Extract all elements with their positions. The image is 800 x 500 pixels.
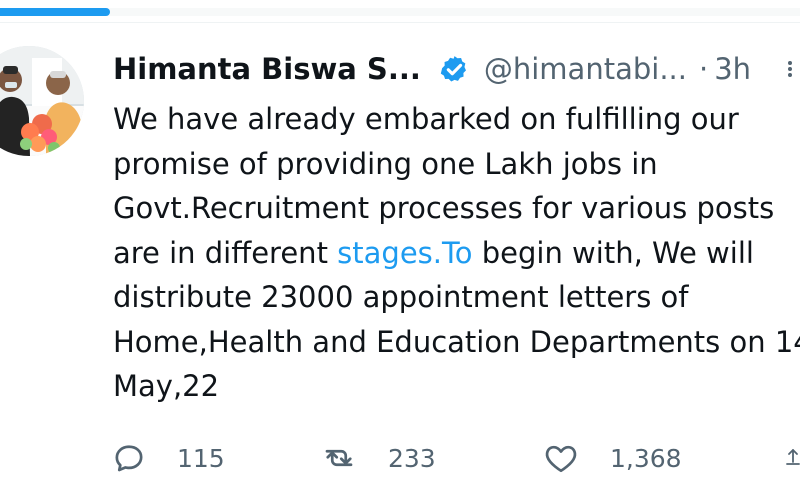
like-button[interactable]: 1,368 <box>542 436 682 480</box>
tweet-text-line-with-link: are in different stages.To begin with, W… <box>113 231 800 276</box>
tweet-timestamp[interactable]: 3h <box>714 47 751 91</box>
tweet-header: Himanta Biswa S... @himantabi... · 3h <box>113 47 751 91</box>
verified-badge-icon[interactable] <box>439 54 470 85</box>
tweet-actions: 115 233 1,368 <box>0 436 800 480</box>
tweet-text-line: We have already embarked on fulfilling o… <box>113 102 739 136</box>
retweet-button[interactable]: 233 <box>320 436 436 480</box>
reply-icon <box>115 445 143 472</box>
top-divider <box>0 22 800 23</box>
heart-icon <box>545 445 577 473</box>
tweet-text-line: Home,Health and Education Departments on… <box>113 324 800 359</box>
avatar-photo-icon <box>0 46 84 156</box>
tweet-text-fragment: begin with, We will <box>472 235 754 270</box>
loading-progress-fill <box>0 8 111 16</box>
tweet-text-line: Govt.Recruitment processes for various p… <box>113 191 775 225</box>
tweet-text: We have already embarked on fulfilling o… <box>113 97 800 409</box>
share-button[interactable] <box>786 436 800 480</box>
share-icon <box>786 449 800 465</box>
retweet-icon <box>325 449 353 467</box>
reply-button[interactable]: 115 <box>111 436 225 480</box>
retweet-count: 233 <box>388 443 436 473</box>
author-display-name[interactable]: Himanta Biswa S... <box>113 47 421 91</box>
author-handle[interactable]: @himantabi... <box>484 47 687 91</box>
header-separator: · <box>698 52 709 86</box>
like-count: 1,368 <box>610 443 682 473</box>
reply-count: 115 <box>177 443 225 473</box>
author-avatar[interactable] <box>0 46 84 156</box>
loading-progress-track <box>0 8 800 16</box>
tweet-text-line: promise of providing one Lakh jobs in <box>113 146 658 181</box>
more-icon[interactable] <box>784 60 796 78</box>
tweet-link[interactable]: stages.To <box>337 236 472 270</box>
tweet-text-line: distribute 23000 appointment letters of <box>113 280 689 314</box>
tweet-screen: Himanta Biswa S... @himantabi... · 3h We… <box>0 0 800 500</box>
tweet-text-fragment: are in different <box>113 235 338 270</box>
tweet-text-line: May,22 <box>113 369 220 403</box>
